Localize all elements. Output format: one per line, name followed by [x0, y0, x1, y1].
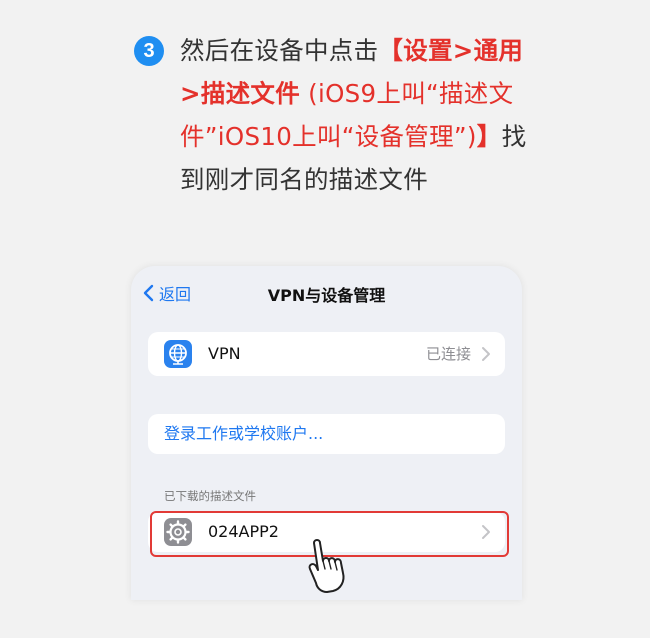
downloaded-profiles-header: 已下载的描述文件	[164, 489, 256, 503]
page-title: VPN与设备管理	[267, 286, 386, 305]
chevron-right-icon	[482, 347, 490, 361]
vpn-label: VPN	[208, 344, 241, 363]
login-account-link[interactable]: 登录工作或学校账户...	[164, 414, 323, 454]
vpn-row[interactable]: VPN 已连接	[148, 332, 505, 376]
vpn-status: 已连接	[425, 345, 471, 363]
login-work-school-account-row[interactable]: 登录工作或学校账户...	[148, 414, 505, 454]
step-number-badge: 3	[134, 36, 164, 66]
instruction-path-close: 】	[476, 122, 502, 151]
instruction-part-1: 然后在设备中点击	[180, 36, 379, 65]
pointing-hand-icon	[308, 539, 345, 593]
vpn-globe-icon	[164, 340, 192, 368]
instruction-text: 然后在设备中点击【设置>通用>描述文件 (iOS9上叫“描述文件”iOS10上叫…	[180, 29, 530, 201]
